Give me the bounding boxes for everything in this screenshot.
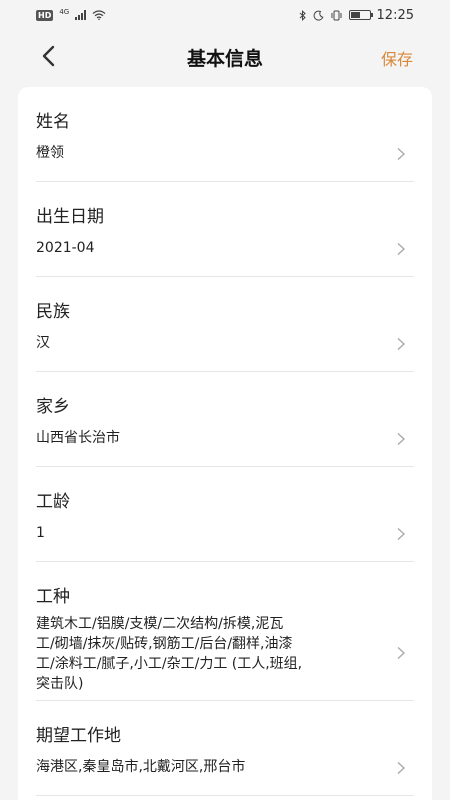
field-row-work-years[interactable]: 工龄 1 <box>36 467 414 562</box>
field-row-name[interactable]: 姓名 橙领 <box>36 87 414 182</box>
signal-icon <box>75 10 87 20</box>
field-label: 姓名 <box>36 112 70 132</box>
hd-icon: HD <box>36 9 54 21</box>
field-value-multiline: 建筑木工/铝膜/支模/二次结构/拆模,泥瓦 工/砌墙/抹灰/贴砖,钢筋工/后台/… <box>36 614 302 694</box>
value-line: 工/砌墙/抹灰/贴砖,钢筋工/后台/翻样,油漆 <box>36 636 293 652</box>
chevron-right-icon <box>397 527 406 541</box>
vibrate-icon <box>331 10 342 20</box>
field-label: 工龄 <box>36 492 70 512</box>
field-row-birthdate[interactable]: 出生日期 2021-04 <box>36 182 414 277</box>
chevron-right-icon <box>397 646 406 660</box>
value-line: 工/涂料工/腻子,小工/杂工/力工 (工人,班组, <box>36 656 303 672</box>
chevron-right-icon <box>397 242 406 256</box>
chevron-right-icon <box>397 147 406 161</box>
status-left: HD 4G <box>36 7 106 21</box>
field-value: 2021-04 <box>36 240 95 256</box>
page-title: 基本信息 <box>186 48 263 70</box>
field-value: 1 <box>36 525 45 541</box>
field-value: 汉 <box>36 335 50 351</box>
status-right: 12:25 <box>299 8 414 23</box>
field-label: 家乡 <box>36 397 70 417</box>
moon-icon <box>313 10 324 21</box>
status-bar: HD 4G 12:25 <box>0 0 450 30</box>
field-value: 海港区,秦皇岛市,北戴河区,邢台市 <box>36 759 246 775</box>
chevron-right-icon <box>397 432 406 446</box>
chevron-left-icon <box>42 45 55 67</box>
battery-icon <box>348 10 373 20</box>
field-value: 山西省长治市 <box>36 430 120 446</box>
field-label: 期望工作地 <box>36 726 121 746</box>
bluetooth-icon <box>299 9 306 21</box>
info-card: 姓名 橙领 出生日期 2021-04 民族 汉 家乡 山西省长治市 工龄 1 工 <box>18 87 432 800</box>
chevron-right-icon <box>397 761 406 775</box>
field-label: 工种 <box>36 587 70 607</box>
chevron-right-icon <box>397 337 406 351</box>
field-value: 橙领 <box>36 145 64 161</box>
wifi-icon <box>92 10 106 20</box>
field-row-ethnicity[interactable]: 民族 汉 <box>36 277 414 372</box>
field-row-job-type[interactable]: 工种 建筑木工/铝膜/支模/二次结构/拆模,泥瓦 工/砌墙/抹灰/贴砖,钢筋工/… <box>36 562 414 701</box>
field-row-desired-location[interactable]: 期望工作地 海港区,秦皇岛市,北戴河区,邢台市 <box>36 701 414 796</box>
navbar: 基本信息 保存 <box>0 30 450 85</box>
field-label: 民族 <box>36 302 70 322</box>
network-type: 4G <box>59 7 70 16</box>
back-button[interactable] <box>36 44 60 68</box>
value-line: 突击队) <box>36 676 84 692</box>
status-time: 12:25 <box>376 7 414 23</box>
field-label: 出生日期 <box>36 207 104 227</box>
save-button[interactable]: 保存 <box>381 46 413 70</box>
value-line: 建筑木工/铝膜/支模/二次结构/拆模,泥瓦 <box>36 616 284 632</box>
field-row-hometown[interactable]: 家乡 山西省长治市 <box>36 372 414 467</box>
